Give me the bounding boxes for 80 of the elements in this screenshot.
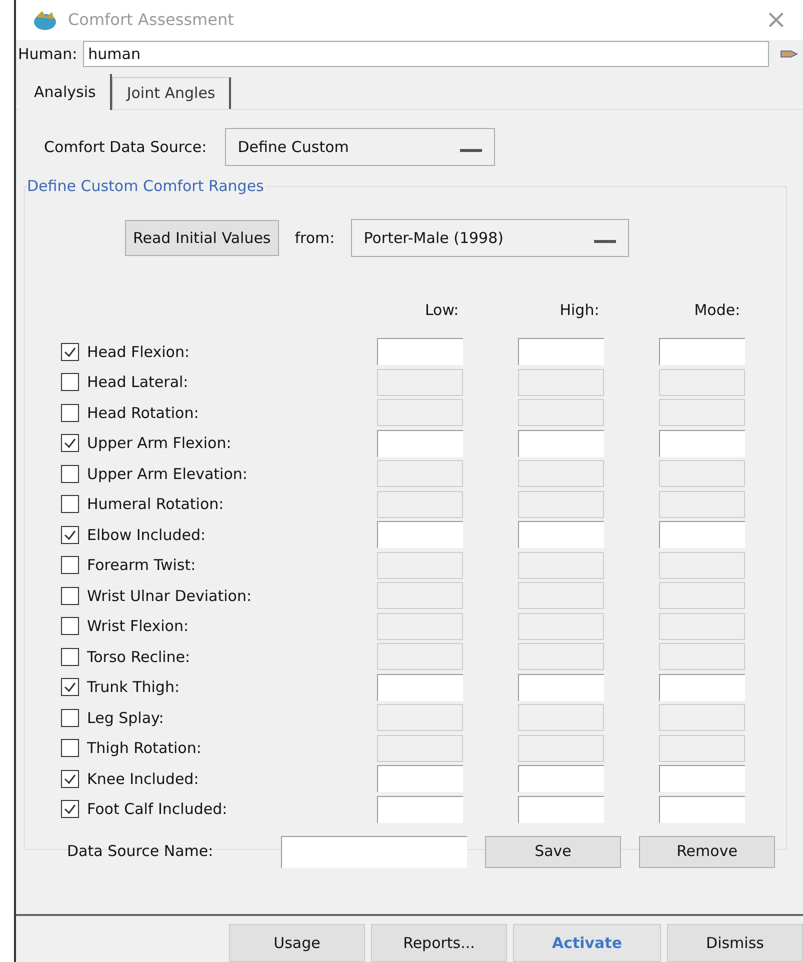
checkbox[interactable] <box>61 526 79 544</box>
checkbox[interactable] <box>61 800 79 818</box>
checkbox[interactable] <box>61 464 79 483</box>
dialog-button[interactable]: Dismiss <box>667 924 803 962</box>
dialog-button[interactable]: Reports... <box>371 924 507 962</box>
checkbox[interactable] <box>61 770 79 788</box>
checkmark-icon <box>63 528 77 542</box>
joint-label: Forearm Twist: <box>87 555 197 576</box>
joint-label: Leg Splay: <box>87 708 165 728</box>
joint-label: Foot Calf Included: <box>87 799 228 820</box>
range-input-field[interactable] <box>377 430 463 457</box>
joint-label: Thigh Rotation: <box>87 738 202 759</box>
checkbox[interactable] <box>61 617 79 636</box>
dialog-button[interactable]: Activate <box>513 924 661 962</box>
checkmark-icon <box>63 436 77 450</box>
range-input-field[interactable] <box>377 674 463 701</box>
range-input-field[interactable] <box>518 765 604 792</box>
checkbox[interactable] <box>61 708 79 727</box>
range-input-field[interactable] <box>518 521 604 548</box>
column-header: Mode: <box>694 300 740 321</box>
range-input-field[interactable] <box>377 765 463 792</box>
remove-button[interactable]: Remove <box>639 836 775 868</box>
human-input-field[interactable]: human <box>83 41 769 67</box>
joint-label: Trunk Thigh: <box>87 677 181 698</box>
checkmark-icon <box>63 344 77 359</box>
range-input-field[interactable] <box>659 796 745 823</box>
joint-label: Head Flexion: <box>87 342 191 362</box>
dropdown-indicator-icon <box>460 148 482 152</box>
range-input-field[interactable] <box>377 796 463 823</box>
checkbox[interactable] <box>61 342 79 361</box>
checkbox[interactable] <box>61 404 79 422</box>
joint-label: Wrist Ulnar Deviation: <box>87 586 253 606</box>
data-source-dropdown[interactable]: Define Custom <box>224 128 495 166</box>
range-input-field[interactable] <box>659 674 745 701</box>
column-header: High: <box>560 300 600 321</box>
checkbox[interactable] <box>61 678 79 696</box>
checkbox[interactable] <box>61 495 79 514</box>
joint-label: Head Lateral: <box>87 372 190 393</box>
field-label: Human: <box>17 44 78 65</box>
window-title: Comfort Assessment <box>68 9 234 31</box>
tab[interactable]: Analysis <box>20 74 112 110</box>
range-input-field[interactable] <box>659 338 745 366</box>
range-input-field[interactable] <box>659 765 745 792</box>
data-source-name-field[interactable] <box>281 836 467 868</box>
range-input-field[interactable] <box>518 338 604 366</box>
field-label: from: <box>294 228 335 249</box>
app-logo-icon <box>32 9 58 31</box>
checkmark-icon <box>63 772 77 786</box>
joint-label: Wrist Flexion: <box>87 616 190 637</box>
checkbox[interactable] <box>61 434 79 452</box>
joint-label: Elbow Included: <box>87 524 207 546</box>
read-initial-values-button[interactable]: Read Initial Values <box>125 220 279 256</box>
joint-label: Upper Arm Flexion: <box>87 433 232 454</box>
save-button[interactable]: Save <box>485 836 621 868</box>
range-input-field[interactable] <box>659 430 745 457</box>
range-input-field[interactable] <box>659 521 745 548</box>
joint-label: Knee Included: <box>87 768 200 790</box>
dialog-button[interactable]: Usage <box>229 924 365 962</box>
checkbox[interactable] <box>61 556 79 574</box>
joint-label: Torso Recline: <box>87 646 192 668</box>
checkbox[interactable] <box>61 373 79 392</box>
joint-label: Humeral Rotation: <box>87 494 225 515</box>
checkmark-icon <box>63 802 77 816</box>
field-label: Data Source Name: <box>67 841 214 862</box>
field-label: Comfort Data Source: <box>44 136 207 158</box>
range-input-field[interactable] <box>377 338 463 366</box>
range-input-field[interactable] <box>518 430 604 457</box>
checkbox[interactable] <box>61 586 79 605</box>
checkmark-icon <box>63 680 77 694</box>
tab[interactable]: Joint Angles <box>112 77 232 109</box>
range-input-field[interactable] <box>518 796 604 823</box>
dropdown-indicator-icon <box>594 240 616 242</box>
checkbox[interactable] <box>61 739 79 758</box>
joint-label: Head Rotation: <box>87 402 200 424</box>
column-header: Low: <box>424 300 459 321</box>
joint-label: Upper Arm Elevation: <box>87 464 248 484</box>
range-input-field[interactable] <box>377 521 463 548</box>
porter-dropdown[interactable]: Porter-Male (1998) <box>350 219 629 257</box>
checkbox[interactable] <box>61 648 79 666</box>
range-input-field[interactable] <box>518 674 604 701</box>
